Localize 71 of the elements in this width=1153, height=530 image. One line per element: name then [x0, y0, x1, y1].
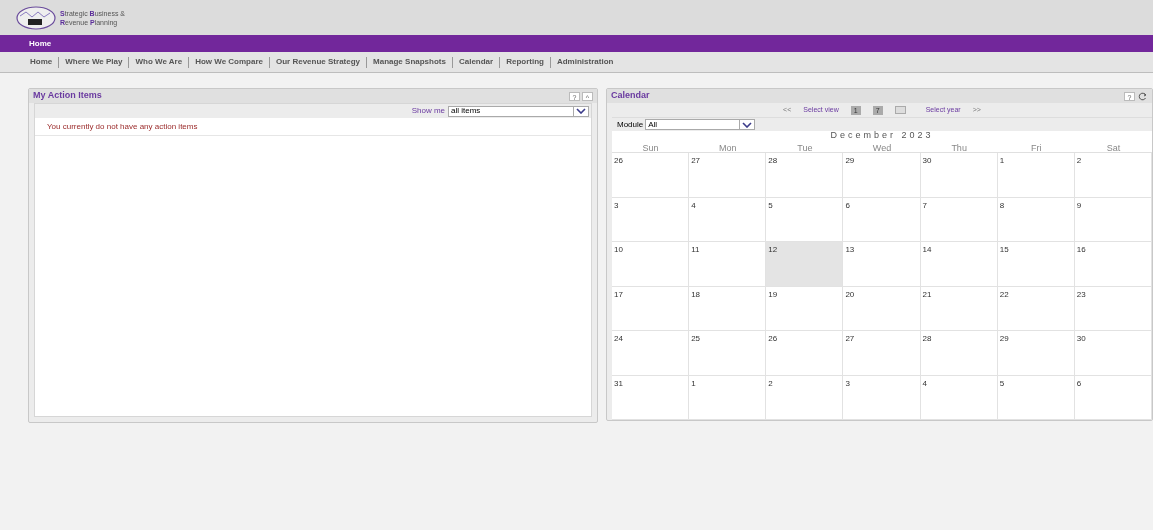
module-dropdown[interactable]: All	[645, 119, 756, 130]
day-cell[interactable]: 31	[612, 375, 690, 420]
nav-link[interactable]: How We Compare	[195, 56, 263, 68]
weekday-label: Sat	[1106, 143, 1121, 153]
chevron-down-icon	[576, 108, 586, 114]
nav-link[interactable]: Our Revenue Strategy	[276, 56, 361, 68]
day-cell[interactable]: 28	[766, 153, 844, 198]
panel-title: My Action Items	[33, 89, 102, 103]
day-cell[interactable]: 29	[843, 153, 921, 198]
day-cell[interactable]: 28	[920, 331, 998, 376]
breadcrumb[interactable]: Home	[29, 37, 52, 50]
day-cell[interactable]: 12	[766, 242, 844, 287]
day-cell[interactable]: 14	[920, 242, 998, 287]
day-cell[interactable]: 29	[997, 331, 1075, 376]
weekday-label: Tue	[797, 143, 813, 153]
nav-link[interactable]: Home	[30, 56, 53, 68]
day-cell[interactable]: 16	[1074, 242, 1152, 287]
day-cell[interactable]: 13	[843, 242, 921, 287]
weekday-label: Wed	[872, 143, 892, 153]
day-cell[interactable]: 4	[689, 197, 767, 242]
day-cell[interactable]: 6	[843, 197, 921, 242]
panel-title: Calendar	[611, 89, 650, 103]
day-cell[interactable]: 2	[1074, 153, 1152, 198]
day-cell[interactable]: 22	[997, 286, 1075, 331]
weekday-label: Thu	[951, 143, 967, 153]
day-cell[interactable]: 25	[689, 331, 767, 376]
chevron-down-icon	[742, 121, 753, 128]
day-cell[interactable]: 3	[612, 197, 690, 242]
filter-dropdown[interactable]: all items	[448, 105, 589, 117]
day-cell[interactable]: 27	[689, 153, 767, 198]
day-cell[interactable]: 30	[1074, 331, 1152, 376]
day-cell[interactable]: 19	[766, 286, 844, 331]
day-cell[interactable]: 30	[920, 153, 998, 198]
day-cell[interactable]: 3	[843, 375, 921, 420]
day-cell[interactable]: 5	[766, 197, 844, 242]
day-cell[interactable]: 11	[689, 242, 767, 287]
day-cell[interactable]: 20	[843, 286, 921, 331]
nav-link[interactable]: Administration	[556, 56, 614, 68]
day-cell[interactable]: 7	[920, 197, 998, 242]
day-cell[interactable]: 18	[689, 286, 767, 331]
day-cell[interactable]: 26	[612, 153, 690, 198]
module-label: Module	[617, 118, 644, 131]
day-cell[interactable]: 27	[843, 331, 921, 376]
day-cell[interactable]: 24	[612, 331, 690, 376]
day-cell[interactable]: 6	[1074, 375, 1152, 420]
month-title: December 2023	[830, 131, 934, 140]
refresh-icon[interactable]	[1137, 91, 1148, 101]
logo-icon	[16, 5, 56, 30]
day-cell[interactable]: 2	[766, 375, 844, 420]
day-cell[interactable]: 1	[997, 153, 1075, 198]
day-cell[interactable]: 10	[612, 242, 690, 287]
nav-link[interactable]: Where We Play	[65, 56, 123, 68]
day-cell[interactable]: 21	[920, 286, 998, 331]
nav-link[interactable]: Calendar	[458, 56, 494, 68]
day-cell[interactable]: 15	[997, 242, 1075, 287]
day-cell[interactable]: 1	[689, 375, 767, 420]
day-cell[interactable]: 5	[997, 375, 1075, 420]
day-cell[interactable]: 17	[612, 286, 690, 331]
day-cell[interactable]: 26	[766, 331, 844, 376]
weekday-label: Mon	[718, 143, 737, 153]
nav-link[interactable]: Reporting	[506, 56, 544, 68]
day-cell[interactable]: 4	[920, 375, 998, 420]
filter-label: Show me	[411, 105, 445, 117]
nav-link[interactable]: Manage Snapshots	[373, 56, 446, 68]
day-cell[interactable]: 9	[1074, 197, 1152, 242]
weekday-label: Fri	[1031, 143, 1042, 153]
day-cell[interactable]: 8	[997, 197, 1075, 242]
empty-message: You currently do not have any action items	[47, 120, 198, 133]
weekday-label: Sun	[642, 143, 659, 153]
day-cell[interactable]: 23	[1074, 286, 1152, 331]
nav-link[interactable]: Who We Are	[135, 56, 183, 68]
